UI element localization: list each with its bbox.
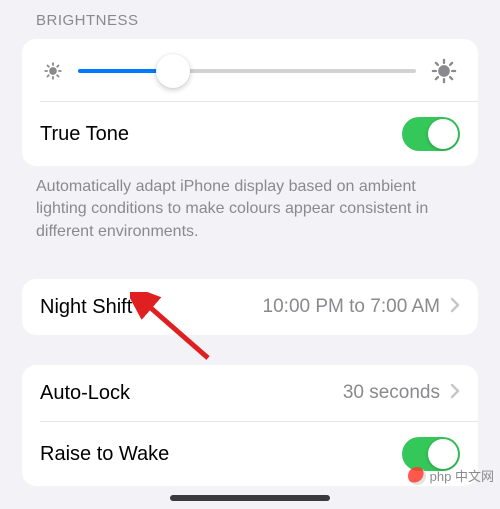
sun-max-icon <box>430 57 458 85</box>
true-tone-row[interactable]: True Tone <box>22 102 478 166</box>
chevron-right-icon <box>450 383 460 404</box>
sun-min-icon <box>42 60 64 82</box>
brightness-group: True Tone <box>22 39 478 166</box>
true-tone-description: Automatically adapt iPhone display based… <box>22 166 478 249</box>
chevron-right-icon <box>450 297 460 318</box>
watermark-text: php 中文网 <box>430 466 494 485</box>
watermark-logo-icon <box>408 467 426 485</box>
toggle-knob <box>428 439 458 469</box>
brightness-slider-thumb[interactable] <box>156 54 190 88</box>
night-shift-label: Night Shift <box>40 296 132 319</box>
night-shift-row[interactable]: Night Shift 10:00 PM to 7:00 AM <box>22 279 478 335</box>
raise-to-wake-label: Raise to Wake <box>40 443 169 466</box>
true-tone-toggle[interactable] <box>402 117 460 151</box>
brightness-slider[interactable] <box>78 69 416 73</box>
brightness-slider-row <box>22 39 478 101</box>
auto-lock-label: Auto-Lock <box>40 382 130 405</box>
watermark: php 中文网 <box>408 466 494 485</box>
true-tone-label: True Tone <box>40 123 129 146</box>
auto-lock-row[interactable]: Auto-Lock 30 seconds <box>22 365 478 421</box>
night-shift-group: Night Shift 10:00 PM to 7:00 AM <box>22 279 478 335</box>
auto-lock-value: 30 seconds <box>343 382 440 404</box>
night-shift-schedule: 10:00 PM to 7:00 AM <box>263 296 440 318</box>
home-indicator[interactable] <box>170 495 330 501</box>
toggle-knob <box>428 119 458 149</box>
section-header-brightness: Brightness <box>22 0 478 39</box>
